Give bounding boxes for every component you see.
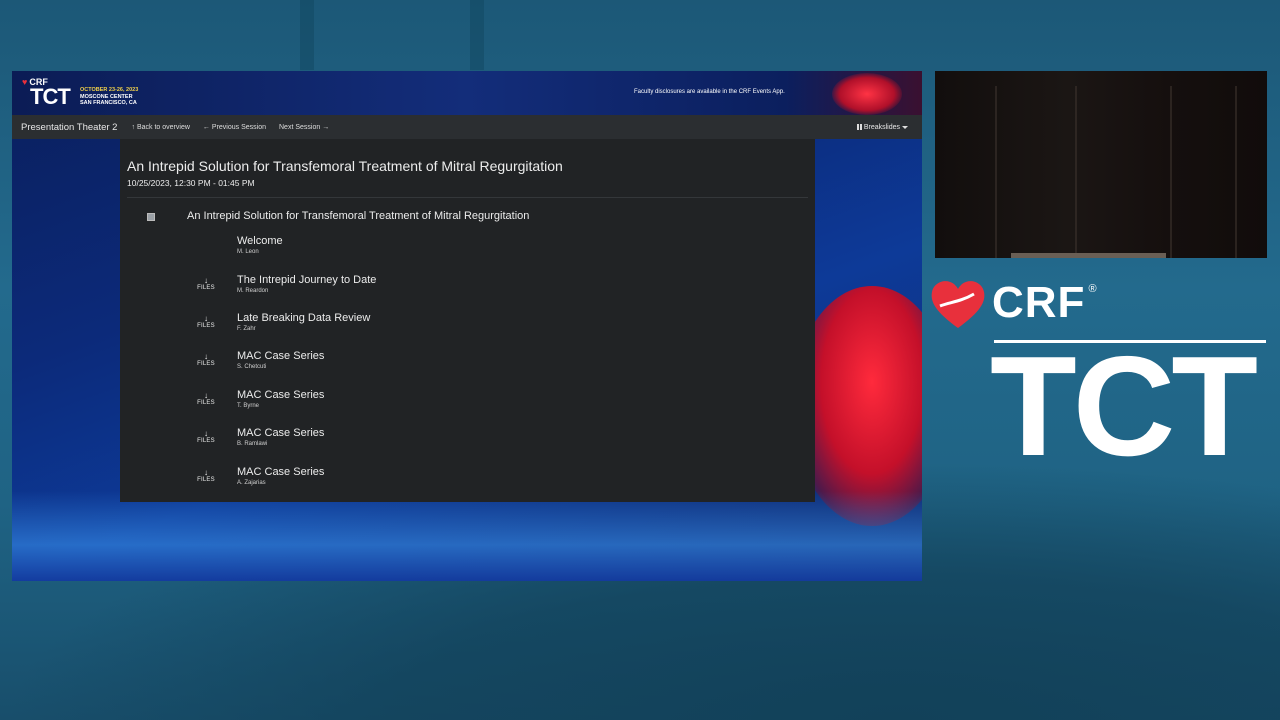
talk-title: MAC Case Series (237, 350, 325, 362)
event-dates: OCTOBER 23-26, 2023 (80, 87, 139, 93)
curtain-fold (995, 86, 997, 258)
session-panel: An Intrepid Solution for Transfemoral Tr… (120, 139, 815, 502)
download-arrow-icon: ↓ (204, 352, 208, 361)
talk-speaker: A. Zajarias (237, 480, 266, 486)
presentation-screen: ♥ CRF TCT OCTOBER 23-26, 2023 MOSCONE CEN… (12, 71, 922, 581)
files-label: FILES (197, 438, 215, 444)
registered-mark: ® (1088, 283, 1097, 295)
talk-item: ↓ FILES MAC Case Series S. Chetcuti (120, 350, 815, 388)
disclosure-text: Faculty disclosures are available in the… (634, 89, 785, 95)
files-download-button[interactable]: ↓ FILES (196, 391, 216, 406)
download-arrow-icon: ↓ (204, 391, 208, 400)
crf-tct-logo: CRF ® TCT (930, 278, 1266, 478)
talk-item: ↓ FILES MAC Case Series T. Byrne (120, 389, 815, 427)
event-info: OCTOBER 23-26, 2023 MOSCONE CENTER SAN F… (80, 87, 138, 107)
back-to-overview-link[interactable]: ↑ Back to overview (131, 124, 189, 131)
download-arrow-icon: ↓ (204, 276, 208, 285)
download-arrow-icon: ↓ (204, 429, 208, 438)
talk-speaker: F. Zahr (237, 326, 256, 332)
curtain-fold (1235, 86, 1237, 258)
navbar-brand[interactable]: Presentation Theater 2 (21, 122, 117, 133)
talk-title: Late Breaking Data Review (237, 312, 371, 324)
caret-down-icon (902, 125, 908, 129)
talk-speaker: S. Chetcuti (237, 364, 267, 370)
talk-item: ↓ FILES MAC Case Series B. Ramlawi (120, 427, 815, 465)
talk-title: MAC Case Series (237, 427, 325, 439)
talk-item: ↓ FILES MAC Case Series A. Zajarias (120, 466, 815, 504)
next-session-link[interactable]: Next Session → (279, 124, 329, 131)
session-title: An Intrepid Solution for Transfemoral Tr… (127, 158, 563, 174)
talk-title: The Intrepid Journey to Date (237, 274, 377, 286)
lectern (1011, 253, 1166, 258)
tct-wordmark: TCT (990, 327, 1258, 486)
background-bridge-tower (470, 0, 484, 70)
arrow-up-icon: ↑ (131, 123, 135, 131)
files-download-button[interactable]: ↓ FILES (196, 429, 216, 444)
heart-icon: ♥ (22, 77, 28, 87)
event-city: SAN FRANCISCO, CA (80, 100, 137, 106)
event-banner: ♥ CRF TCT OCTOBER 23-26, 2023 MOSCONE CEN… (12, 71, 922, 115)
talk-item: Welcome M. Leon (120, 235, 815, 273)
files-download-button[interactable]: ↓ FILES (196, 468, 216, 483)
files-label: FILES (197, 477, 215, 483)
water-graphic (12, 491, 922, 581)
breakslides-dropdown[interactable]: Breakslides (856, 123, 908, 131)
download-arrow-icon: ↓ (204, 468, 208, 477)
files-download-button[interactable]: ↓ FILES (196, 276, 216, 291)
files-download-button[interactable]: ↓ FILES (196, 352, 216, 367)
files-label: FILES (197, 285, 215, 291)
banner-heart-graphic (832, 73, 902, 115)
files-label: FILES (197, 361, 215, 367)
speaker-video-feed (935, 71, 1267, 258)
crf-wordmark: CRF (992, 278, 1086, 327)
talk-speaker: B. Ramlawi (237, 441, 268, 447)
heart-icon (930, 278, 985, 328)
navbar: Presentation Theater 2 ↑ Back to overview… (12, 115, 922, 139)
session-group-title: An Intrepid Solution for Transfemoral Tr… (187, 210, 530, 222)
arrow-right-icon: → (322, 123, 330, 131)
talk-speaker: M. Reardon (237, 288, 269, 294)
talk-title: MAC Case Series (237, 389, 325, 401)
curtain-fold (1170, 86, 1172, 258)
arrow-left-icon: ← (202, 123, 210, 131)
back-label: Back to overview (136, 123, 190, 131)
next-label: Next Session (279, 123, 321, 131)
files-label: FILES (197, 323, 215, 329)
download-arrow-icon: ↓ (204, 314, 208, 323)
background-bridge-tower (300, 0, 314, 70)
tct-logo: ♥ CRF TCT (22, 77, 71, 109)
divider (127, 197, 808, 198)
files-label: FILES (197, 400, 215, 406)
talk-speaker: M. Leon (237, 249, 259, 255)
talk-speaker: T. Byrne (237, 403, 260, 409)
tct-label: TCT (30, 84, 71, 109)
breakslides-label: Breakslides (863, 123, 900, 131)
previous-label: Previous Session (211, 123, 266, 131)
curtain-fold (1075, 86, 1077, 258)
session-datetime: 10/25/2023, 12:30 PM - 01:45 PM (127, 178, 255, 188)
previous-session-link[interactable]: ← Previous Session (203, 124, 266, 131)
files-download-button[interactable]: ↓ FILES (196, 314, 216, 329)
talk-title: MAC Case Series (237, 466, 325, 478)
talk-item: ↓ FILES Late Breaking Data Review F. Zahr (120, 312, 815, 350)
talk-item: ↓ FILES The Intrepid Journey to Date M. R… (120, 274, 815, 312)
talk-title: Welcome (237, 235, 283, 247)
session-square-icon[interactable] (147, 213, 155, 221)
columns-icon (856, 124, 862, 130)
